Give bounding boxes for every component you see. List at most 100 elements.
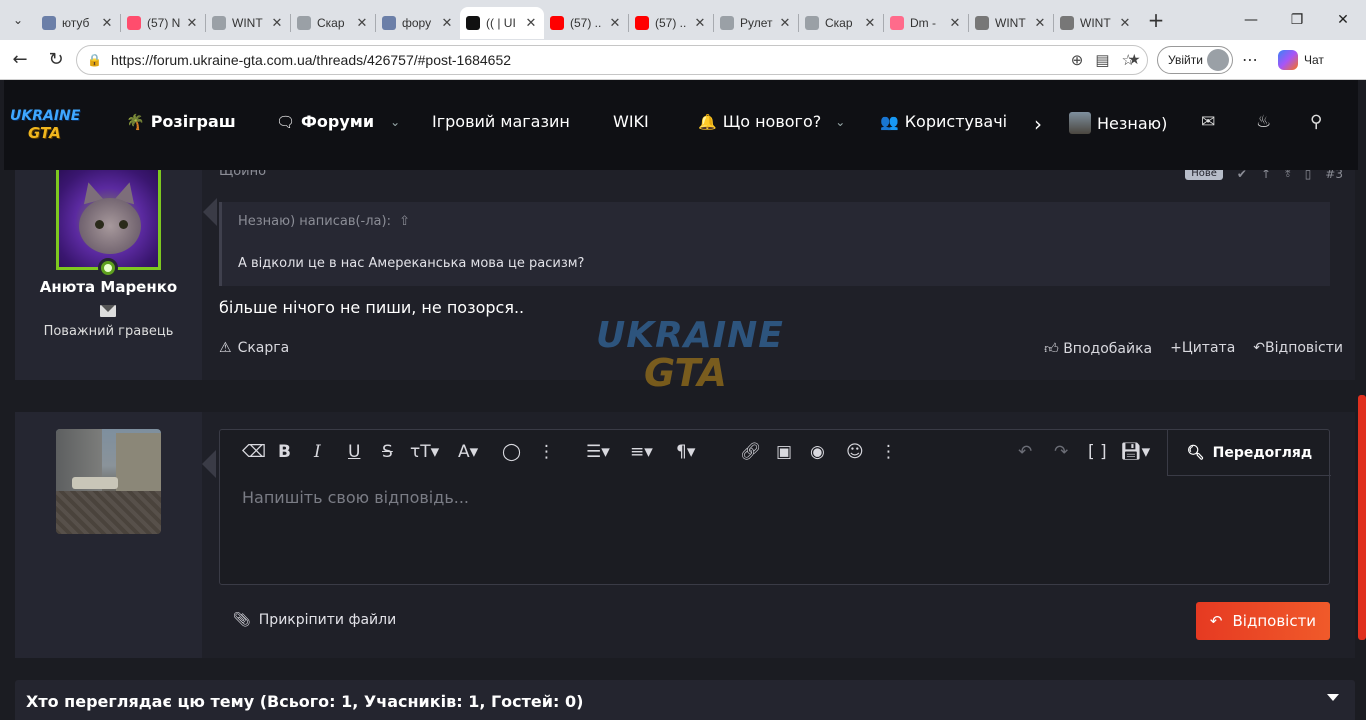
close-tab-icon[interactable]: ✕ — [100, 16, 114, 31]
post-author-name[interactable]: Анюта Маренко — [15, 278, 202, 296]
close-window-icon[interactable]: ✕ — [1320, 0, 1366, 40]
palette-icon[interactable]: ◯ — [502, 442, 521, 462]
bold-icon[interactable]: B — [278, 442, 291, 462]
alerts-bell-icon[interactable]: ♨ — [1256, 112, 1271, 132]
more-menu-icon[interactable]: ⋯ — [1242, 50, 1258, 69]
quote-expand-icon[interactable]: ⇧ — [399, 214, 410, 229]
text-size-icon[interactable]: τT▾ — [410, 442, 439, 462]
report-link[interactable]: ⚠ Скарга — [219, 340, 289, 356]
close-tab-icon[interactable]: ✕ — [355, 16, 369, 31]
chevron-down-icon[interactable]: ⌄ — [835, 115, 845, 129]
mail-icon[interactable] — [100, 305, 116, 317]
more-insert-icon[interactable]: ⋮ — [880, 442, 897, 462]
spoiler-icon[interactable]: ◉ — [810, 442, 825, 462]
close-tab-icon[interactable]: ✕ — [863, 16, 877, 31]
site-logo[interactable]: UKRAINE GTA — [10, 106, 80, 146]
chevron-down-icon[interactable]: ⌄ — [390, 115, 400, 129]
user-avatar[interactable] — [56, 170, 161, 270]
more-options-icon[interactable]: ⋮ — [538, 442, 555, 462]
nav-whats-new-label: Що нового? — [722, 112, 822, 131]
back-arrow-icon[interactable]: ← — [2, 42, 38, 78]
preview-button[interactable]: 🔍︎ Передогляд — [1167, 430, 1331, 476]
paragraph-icon[interactable]: ¶▾ — [676, 442, 695, 462]
favorites-icon[interactable]: ★ — [1128, 52, 1141, 68]
undo-icon[interactable]: ↶ — [1018, 442, 1032, 462]
link-icon[interactable]: 🔗︎ — [740, 442, 762, 462]
browser-tab[interactable]: WINT ✕ — [206, 7, 290, 39]
like-button[interactable]: 👍︎ Вподобайка — [1044, 340, 1152, 357]
reply-input[interactable]: Напишіть свою відповідь... — [242, 488, 469, 507]
underline-icon[interactable]: U — [348, 442, 360, 462]
eraser-icon[interactable]: ⌫ — [242, 442, 266, 462]
nav-wiki[interactable]: WIKI — [613, 112, 649, 131]
share-icon[interactable]: ⥉ — [1285, 170, 1291, 181]
account-avatar — [1069, 112, 1091, 134]
address-bar[interactable]: 🔒 https://forum.ukraine-gta.com.ua/threa… — [76, 45, 1148, 75]
align-icon[interactable]: ≡▾ — [630, 442, 653, 462]
nav-forums[interactable]: 🗨 Форуми ⌄ — [276, 112, 400, 131]
new-tab-button[interactable]: + — [1138, 0, 1174, 40]
up-arrow-icon[interactable]: ↑ — [1261, 170, 1271, 181]
restore-icon[interactable]: ❐ — [1274, 0, 1320, 40]
nav-account[interactable]: Незнаю) — [1069, 112, 1167, 134]
redo-icon[interactable]: ↷ — [1054, 442, 1068, 462]
close-tab-icon[interactable]: ✕ — [608, 16, 622, 31]
bbcode-icon[interactable]: [ ] — [1088, 442, 1107, 462]
close-tab-icon[interactable]: ✕ — [270, 16, 284, 31]
minimize-icon[interactable]: — — [1228, 0, 1274, 40]
viewers-panel[interactable]: Хто переглядає цю тему (Всього: 1, Учасн… — [15, 680, 1355, 720]
browser-tab[interactable]: фору ✕ — [376, 7, 460, 39]
page-scrollbar[interactable] — [1358, 80, 1366, 720]
nav-giveaway[interactable]: 🌴 Розіграш — [126, 112, 236, 131]
signin-button[interactable]: Увійти — [1157, 46, 1233, 74]
reader-icon[interactable]: ▤ — [1095, 51, 1109, 69]
collapse-chevron-icon[interactable] — [1327, 694, 1339, 701]
browser-tab[interactable]: (57) N ✕ — [121, 7, 205, 39]
smiley-icon[interactable]: ☺ — [846, 442, 864, 462]
browser-tab[interactable]: Рулет ✕ — [714, 7, 798, 39]
tab-actions-menu-icon[interactable]: ⌄ — [0, 0, 36, 40]
list-icon[interactable]: ☰▾ — [586, 442, 610, 462]
browser-tab[interactable]: Dm - ✕ — [884, 7, 968, 39]
attach-files-button[interactable]: 📎︎ Прикріпити файли — [233, 612, 396, 628]
close-tab-icon[interactable]: ✕ — [440, 16, 454, 31]
italic-icon[interactable]: I — [314, 442, 321, 462]
nav-whats-new[interactable]: 🔔 Що нового? ⌄ — [698, 112, 845, 131]
quote-header[interactable]: Незнаю) написав(-ла): ⇧ — [238, 214, 410, 229]
browser-tab[interactable]: Скар ✕ — [799, 7, 883, 39]
close-tab-icon[interactable]: ✕ — [778, 16, 792, 31]
scrollbar-thumb[interactable] — [1358, 395, 1366, 640]
font-family-icon[interactable]: A▾ — [458, 442, 478, 462]
close-tab-icon[interactable]: ✕ — [693, 16, 707, 31]
quote-button[interactable]: +Цитата — [1170, 340, 1235, 357]
browser-tab[interactable]: ютуб ✕ — [36, 7, 120, 39]
submit-reply-button[interactable]: ↶ Відповісти — [1196, 602, 1330, 640]
browser-tab[interactable]: (57) .. ✕ — [629, 7, 713, 39]
close-tab-icon[interactable]: ✕ — [1033, 16, 1047, 31]
close-tab-icon[interactable]: ✕ — [948, 16, 962, 31]
browser-tab[interactable]: Скар ✕ — [291, 7, 375, 39]
browser-tab[interactable]: WINT ✕ — [1054, 7, 1138, 39]
image-icon[interactable]: ▣ — [776, 442, 792, 462]
reply-button[interactable]: ↶Відповісти — [1253, 340, 1343, 357]
current-user-avatar[interactable] — [56, 429, 161, 534]
bookmark-icon[interactable]: ▯ — [1305, 170, 1312, 181]
close-tab-icon[interactable]: ✕ — [1118, 16, 1132, 31]
browser-tab[interactable]: (57) .. ✕ — [544, 7, 628, 39]
copilot-button[interactable]: Чат — [1278, 50, 1324, 70]
search-icon[interactable]: ⚲ — [1310, 112, 1322, 132]
post-number[interactable]: #3 — [1325, 170, 1343, 181]
post-time[interactable]: Щойно — [219, 170, 266, 179]
nav-users[interactable]: 👥 Користувачі — [880, 112, 1007, 131]
nav-scroll-right-icon[interactable]: › — [1034, 112, 1042, 136]
zoom-icon[interactable]: ⊕ — [1071, 51, 1084, 69]
close-tab-icon[interactable]: ✕ — [185, 16, 199, 31]
browser-tab[interactable]: (( | UI ✕ — [460, 7, 544, 39]
nav-shop[interactable]: Ігровий магазин — [432, 112, 570, 131]
drafts-icon[interactable]: 💾︎▾ — [1120, 442, 1150, 462]
close-tab-icon[interactable]: ✕ — [524, 16, 538, 31]
strikethrough-icon[interactable]: S — [382, 442, 393, 462]
refresh-icon[interactable]: ↻ — [38, 42, 74, 78]
inbox-icon[interactable]: ✉ — [1201, 112, 1215, 132]
browser-tab[interactable]: WINT ✕ — [969, 7, 1053, 39]
